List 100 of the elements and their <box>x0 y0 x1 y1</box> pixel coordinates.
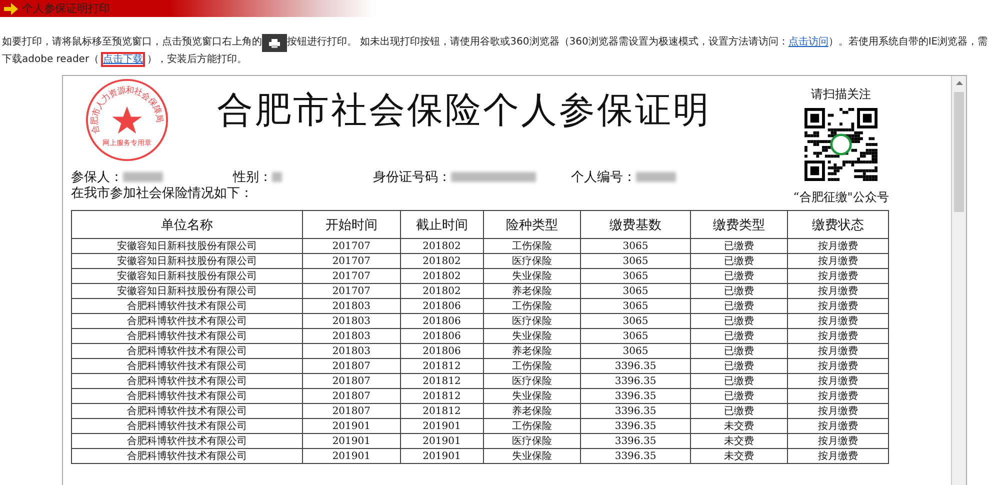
table-cell: 已缴费 <box>690 314 788 328</box>
table-cell: 工伤保险 <box>483 298 580 314</box>
table-cell: 201901 <box>400 434 484 448</box>
table-cell: 合肥科博软件技术有限公司 <box>72 328 303 344</box>
table-cell: 201807 <box>302 404 400 418</box>
table-cell: 合肥科博软件技术有限公司 <box>72 404 303 418</box>
table-cell: 工伤保险 <box>483 358 580 374</box>
table-cell: 201802 <box>400 238 484 254</box>
table-cell: 医疗保险 <box>483 314 580 328</box>
table-cell: 3065 <box>580 254 691 268</box>
table-cell: 合肥科博软件技术有限公司 <box>72 388 303 404</box>
table-cell: 按月缴费 <box>788 344 888 358</box>
scrollbar-thumb[interactable] <box>954 92 964 212</box>
table-cell: 按月缴费 <box>788 404 888 418</box>
table-cell: 养老保险 <box>483 404 580 418</box>
redacted-value <box>272 172 282 182</box>
table-cell: 3065 <box>580 328 691 344</box>
field-label: 个人编号： <box>571 169 636 186</box>
table-cell: 按月缴费 <box>788 284 888 298</box>
table-cell: 3065 <box>580 344 691 358</box>
table-cell: 201807 <box>302 358 400 374</box>
table-cell: 201802 <box>400 268 484 284</box>
table-cell: 合肥科博软件技术有限公司 <box>72 358 303 374</box>
table-cell: 201802 <box>400 254 484 268</box>
table-cell: 201812 <box>400 374 484 388</box>
table-cell: 201803 <box>302 314 400 328</box>
table-cell: 安徽容知日新科技股份有限公司 <box>72 254 303 268</box>
table-cell: 按月缴费 <box>788 418 888 434</box>
table-cell: 3396.35 <box>580 448 691 464</box>
table-cell: 医疗保险 <box>483 434 580 448</box>
table-cell: 201901 <box>400 448 484 464</box>
table-cell: 201812 <box>400 358 484 374</box>
scrollbar-track[interactable] <box>951 76 966 485</box>
link[interactable]: 点击访问 <box>788 36 828 48</box>
table-cell: 已缴费 <box>690 374 788 388</box>
column-header: 缴费基数 <box>580 210 691 238</box>
table-cell: 按月缴费 <box>788 448 888 464</box>
field-label: 性别： <box>233 169 272 186</box>
table-cell: 按月缴费 <box>788 238 888 254</box>
table-cell: 安徽容知日新科技股份有限公司 <box>72 284 303 298</box>
table-cell: 养老保险 <box>483 344 580 358</box>
table-cell: 3396.35 <box>580 434 691 448</box>
table-cell: 3065 <box>580 284 691 298</box>
table-cell: 失业保险 <box>483 328 580 344</box>
table-cell: 已缴费 <box>690 358 788 374</box>
instructions-text: 如要打印，请将鼠标移至预览窗口，点击预览窗口右上角的 按钮进行打印。 如未出现打印按钮，请使用谷歌或360浏览器（360浏览器需设置为极速模式，设置方法请访问：点击访问）。若使用系统自带的IE浏览器，需下载adobe reader（ 点击下载 ），安装后方能打印。 <box>2 34 992 67</box>
table-cell: 已缴费 <box>690 388 788 404</box>
table-cell: 失业保险 <box>483 268 580 284</box>
table-cell: 已缴费 <box>690 298 788 314</box>
table-cell: 201802 <box>400 284 484 298</box>
scroll-up-icon[interactable] <box>956 81 962 85</box>
table-cell: 201803 <box>302 328 400 344</box>
table-cell: 201901 <box>302 448 400 464</box>
table-cell: 合肥科博软件技术有限公司 <box>72 344 303 358</box>
table-cell: 未交费 <box>690 448 788 464</box>
field-label: 参保人： <box>71 169 123 186</box>
table-cell: 201806 <box>400 298 484 314</box>
field-label: 身份证号码： <box>373 169 451 186</box>
table-cell: 3396.35 <box>580 358 691 374</box>
table-cell: 3065 <box>580 314 691 328</box>
table-cell: 201803 <box>302 298 400 314</box>
qr-caption: 请扫描关注 <box>811 86 871 103</box>
intro-text: 在我市参加社会保险情况如下： <box>71 185 253 202</box>
link[interactable]: 点击下载 <box>103 54 144 65</box>
table-cell: 201807 <box>302 374 400 388</box>
table-cell: 合肥科博软件技术有限公司 <box>72 298 303 314</box>
table-cell: 合肥科博软件技术有限公司 <box>72 418 303 434</box>
print-button[interactable] <box>262 34 287 52</box>
table-cell: 已缴费 <box>690 268 788 284</box>
table-cell: 按月缴费 <box>788 434 888 448</box>
table-cell: 201812 <box>400 404 484 418</box>
table-cell: 已缴费 <box>690 404 788 418</box>
table-cell: 医疗保险 <box>483 254 580 268</box>
table-cell: 未交费 <box>690 418 788 434</box>
table-cell: 工伤保险 <box>483 418 580 434</box>
column-header: 险种类型 <box>483 210 580 238</box>
table-cell: 已缴费 <box>690 344 788 358</box>
table-cell: 失业保险 <box>483 388 580 404</box>
table-cell: 201901 <box>302 434 400 448</box>
table-cell: 3065 <box>580 298 691 314</box>
table-cell: 201807 <box>302 388 400 404</box>
table-cell: 3396.35 <box>580 404 691 418</box>
table-cell: 201806 <box>400 344 484 358</box>
table-cell: 201812 <box>400 388 484 404</box>
table-cell: 工伤保险 <box>483 238 580 254</box>
table-cell: 201901 <box>302 418 400 434</box>
table-cell: 已缴费 <box>690 328 788 344</box>
header-title: 个人参保证明打印 <box>22 1 110 16</box>
table-cell: 安徽容知日新科技股份有限公司 <box>72 238 303 254</box>
column-header: 缴费状态 <box>788 210 888 238</box>
table-cell: 201803 <box>302 344 400 358</box>
table-cell: 按月缴费 <box>788 268 888 284</box>
table-cell: 201707 <box>302 254 400 268</box>
table-cell: 安徽容知日新科技股份有限公司 <box>72 268 303 284</box>
qr-caption: “合肥征缴"公众号 <box>793 189 889 206</box>
table-cell: 合肥科博软件技术有限公司 <box>72 314 303 328</box>
table-cell: 按月缴费 <box>788 358 888 374</box>
redacted-value <box>123 172 163 182</box>
table-cell: 201806 <box>400 314 484 328</box>
table-cell: 合肥科博软件技术有限公司 <box>72 448 303 464</box>
